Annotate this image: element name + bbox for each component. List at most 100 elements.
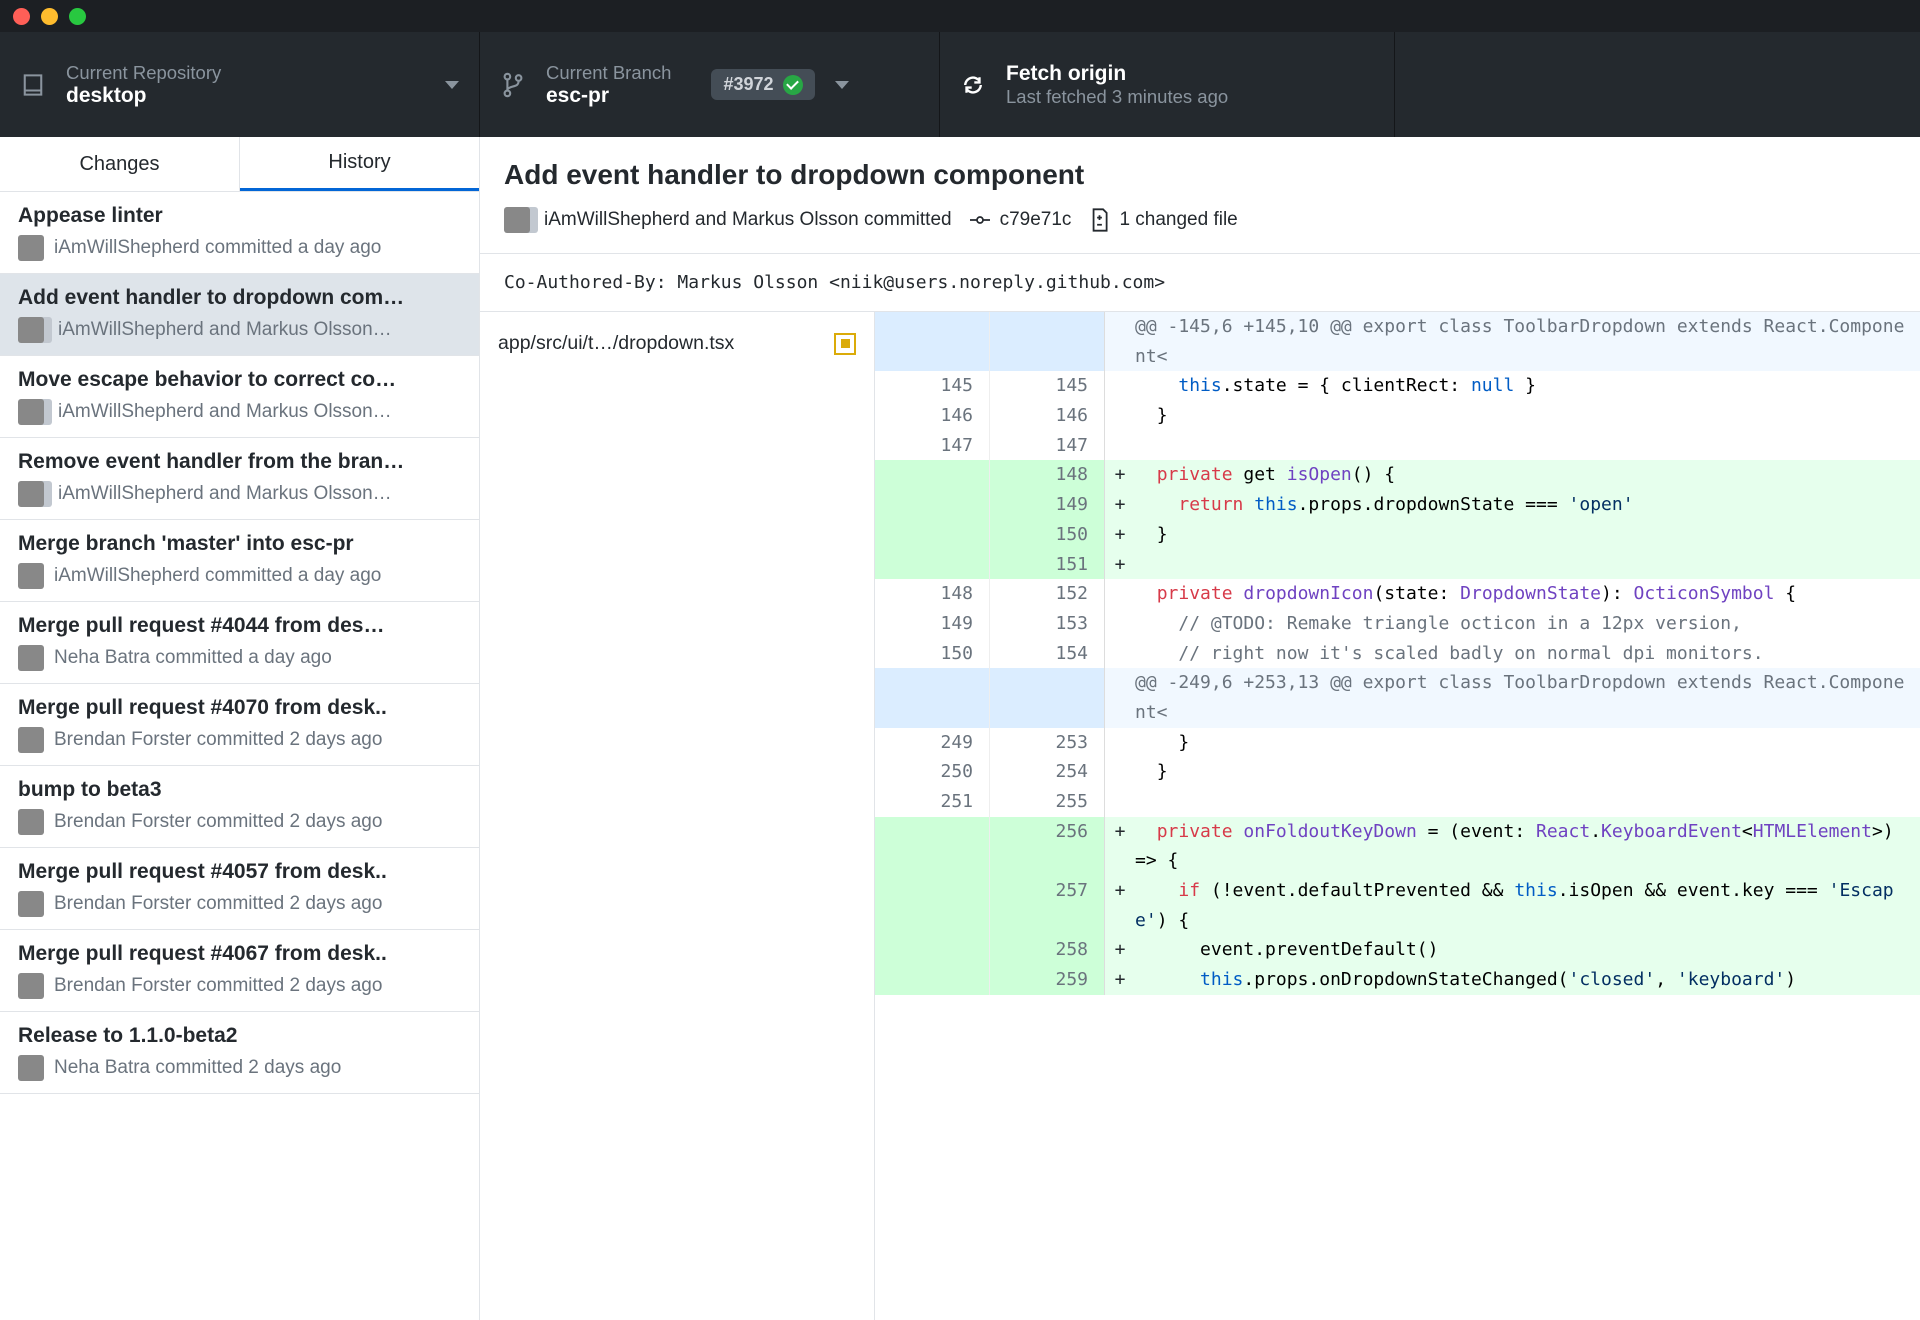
commit-item[interactable]: Release to 1.1.0-beta2 Neha Batra committ… <box>0 1012 479 1094</box>
diff-row: 148152 private dropdownIcon(state: Dropd… <box>875 579 1920 609</box>
file-path: app/src/ui/t…/dropdown.tsx <box>498 332 734 355</box>
commit-item-title: Remove event handler from the bran… <box>18 450 461 474</box>
diff-row: 148+ private get isOpen() { <box>875 460 1920 490</box>
tab-changes[interactable]: Changes <box>0 137 240 191</box>
commit-item-title: Appease linter <box>18 204 461 228</box>
diff-view[interactable]: @@ -145,6 +145,10 @@ export class Toolba… <box>875 312 1920 1320</box>
commit-item-title: Merge pull request #4044 from des… <box>18 614 461 638</box>
git-commit-icon <box>970 210 990 230</box>
branch-dropdown[interactable]: Current Branch esc-pr #3972 <box>480 32 940 137</box>
file-item[interactable]: app/src/ui/t…/dropdown.tsx <box>480 318 874 369</box>
commit-item-title: Merge pull request #4070 from desk.. <box>18 696 461 720</box>
commit-item-sub: Neha Batra committed 2 days ago <box>18 1055 461 1081</box>
commit-sha: c79e71c <box>970 209 1072 231</box>
fetch-button[interactable]: Fetch origin Last fetched 3 minutes ago <box>940 32 1395 137</box>
fetch-sub: Last fetched 3 minutes ago <box>1006 86 1228 108</box>
diff-row: 151+ <box>875 550 1920 580</box>
sync-icon <box>960 72 986 98</box>
commit-item-sub: Brendan Forster committed 2 days ago <box>18 809 461 835</box>
diff-row: 259+ this.props.onDropdownStateChanged('… <box>875 965 1920 995</box>
avatar <box>18 973 44 999</box>
diff-row: 256+ private onFoldoutKeyDown = (event: … <box>875 817 1920 876</box>
commit-item-sub: Brendan Forster committed 2 days ago <box>18 727 461 753</box>
commit-item-title: Merge branch 'master' into esc-pr <box>18 532 461 556</box>
commit-item[interactable]: Remove event handler from the bran… iAmWi… <box>0 438 479 520</box>
diff-row: 150154 // right now it's scaled badly on… <box>875 639 1920 669</box>
close-window-icon[interactable] <box>13 8 30 25</box>
commit-item[interactable]: Merge pull request #4070 from desk.. Bren… <box>0 684 479 766</box>
branch-value: esc-pr <box>546 84 671 108</box>
repo-value: desktop <box>66 84 221 108</box>
repo-icon <box>20 72 46 98</box>
avatar <box>18 727 44 753</box>
avatar <box>18 399 48 425</box>
avatar <box>18 563 44 589</box>
changed-files: 1 changed file <box>1089 209 1237 231</box>
commit-item-sub: iAmWillShepherd committed a day ago <box>18 235 461 261</box>
avatar <box>18 891 44 917</box>
check-icon <box>783 75 803 95</box>
chevron-down-icon <box>835 81 849 89</box>
commit-item[interactable]: Appease linter iAmWillShepherd committed … <box>0 192 479 274</box>
commit-item-title: Merge pull request #4067 from desk.. <box>18 942 461 966</box>
commit-item-title: Add event handler to dropdown com… <box>18 286 461 310</box>
sidebar-tabs: Changes History <box>0 137 479 192</box>
diff-row: @@ -249,6 +253,13 @@ export class Toolba… <box>875 668 1920 727</box>
commit-item-sub: Brendan Forster committed 2 days ago <box>18 891 461 917</box>
diff-row: 146146 } <box>875 401 1920 431</box>
commit-message: Co-Authored-By: Markus Olsson <niik@user… <box>480 254 1920 312</box>
commit-item-title: Merge pull request #4057 from desk.. <box>18 860 461 884</box>
maximize-window-icon[interactable] <box>69 8 86 25</box>
commit-item[interactable]: bump to beta3 Brendan Forster committed 2… <box>0 766 479 848</box>
chevron-down-icon <box>445 81 459 89</box>
commit-item-sub: iAmWillShepherd and Markus Olsson… <box>18 399 461 425</box>
avatar <box>18 235 44 261</box>
commit-item[interactable]: Move escape behavior to correct co… iAmWi… <box>0 356 479 438</box>
avatar <box>18 317 48 343</box>
diff-row: 250254 } <box>875 757 1920 787</box>
commit-item[interactable]: Merge pull request #4057 from desk.. Bren… <box>0 848 479 930</box>
commit-detail: Add event handler to dropdown component … <box>480 137 1920 1320</box>
commit-item-sub: iAmWillShepherd and Markus Olsson… <box>18 481 461 507</box>
diff-row: 145145 this.state = { clientRect: null } <box>875 371 1920 401</box>
diff-row: 251255 <box>875 787 1920 817</box>
pr-badge: #3972 <box>711 69 814 100</box>
history-list[interactable]: Appease linter iAmWillShepherd committed … <box>0 192 479 1320</box>
sidebar: Changes History Appease linter iAmWillShe… <box>0 137 480 1320</box>
detail-header: Add event handler to dropdown component … <box>480 137 1920 254</box>
fetch-label: Fetch origin <box>1006 62 1228 86</box>
commit-title: Add event handler to dropdown component <box>480 137 1920 201</box>
avatar <box>18 481 48 507</box>
diff-row: 249253 } <box>875 728 1920 758</box>
toolbar: Current Repository desktop Current Branc… <box>0 32 1920 137</box>
diff-area: app/src/ui/t…/dropdown.tsx @@ -145,6 +14… <box>480 312 1920 1320</box>
commit-authors: iAmWillShepherd and Markus Olsson commit… <box>504 207 952 233</box>
diff-row: 147147 <box>875 431 1920 461</box>
diff-row: 258+ event.preventDefault() <box>875 935 1920 965</box>
commit-item-title: Move escape behavior to correct co… <box>18 368 461 392</box>
diff-row: @@ -145,6 +145,10 @@ export class Toolba… <box>875 312 1920 371</box>
window-title-bar <box>0 0 1920 32</box>
git-branch-icon <box>500 72 526 98</box>
commit-item[interactable]: Add event handler to dropdown com… iAmWil… <box>0 274 479 356</box>
diff-row: 149153 // @TODO: Remake triangle octicon… <box>875 609 1920 639</box>
repo-dropdown[interactable]: Current Repository desktop <box>0 32 480 137</box>
commit-item-title: bump to beta3 <box>18 778 461 802</box>
commit-item[interactable]: Merge pull request #4067 from desk..Bren… <box>0 930 479 1012</box>
avatar <box>504 207 534 233</box>
branch-label: Current Branch <box>546 62 671 84</box>
minimize-window-icon[interactable] <box>41 8 58 25</box>
commit-item-sub: iAmWillShepherd committed a day ago <box>18 563 461 589</box>
modified-icon <box>834 333 856 355</box>
commit-item[interactable]: Merge pull request #4044 from des…Neha B… <box>0 602 479 684</box>
avatar <box>18 809 44 835</box>
commit-item[interactable]: Merge branch 'master' into esc-pr iAmWill… <box>0 520 479 602</box>
diff-row: 149+ return this.props.dropdownState ===… <box>875 490 1920 520</box>
pr-number: #3972 <box>723 74 773 95</box>
diff-row: 257+ if (!event.defaultPrevented && this… <box>875 876 1920 935</box>
diff-row: 150+ } <box>875 520 1920 550</box>
tab-history[interactable]: History <box>240 137 479 191</box>
avatar <box>18 645 44 671</box>
commit-item-sub: iAmWillShepherd and Markus Olsson… <box>18 317 461 343</box>
commit-item-title: Release to 1.1.0-beta2 <box>18 1024 461 1048</box>
